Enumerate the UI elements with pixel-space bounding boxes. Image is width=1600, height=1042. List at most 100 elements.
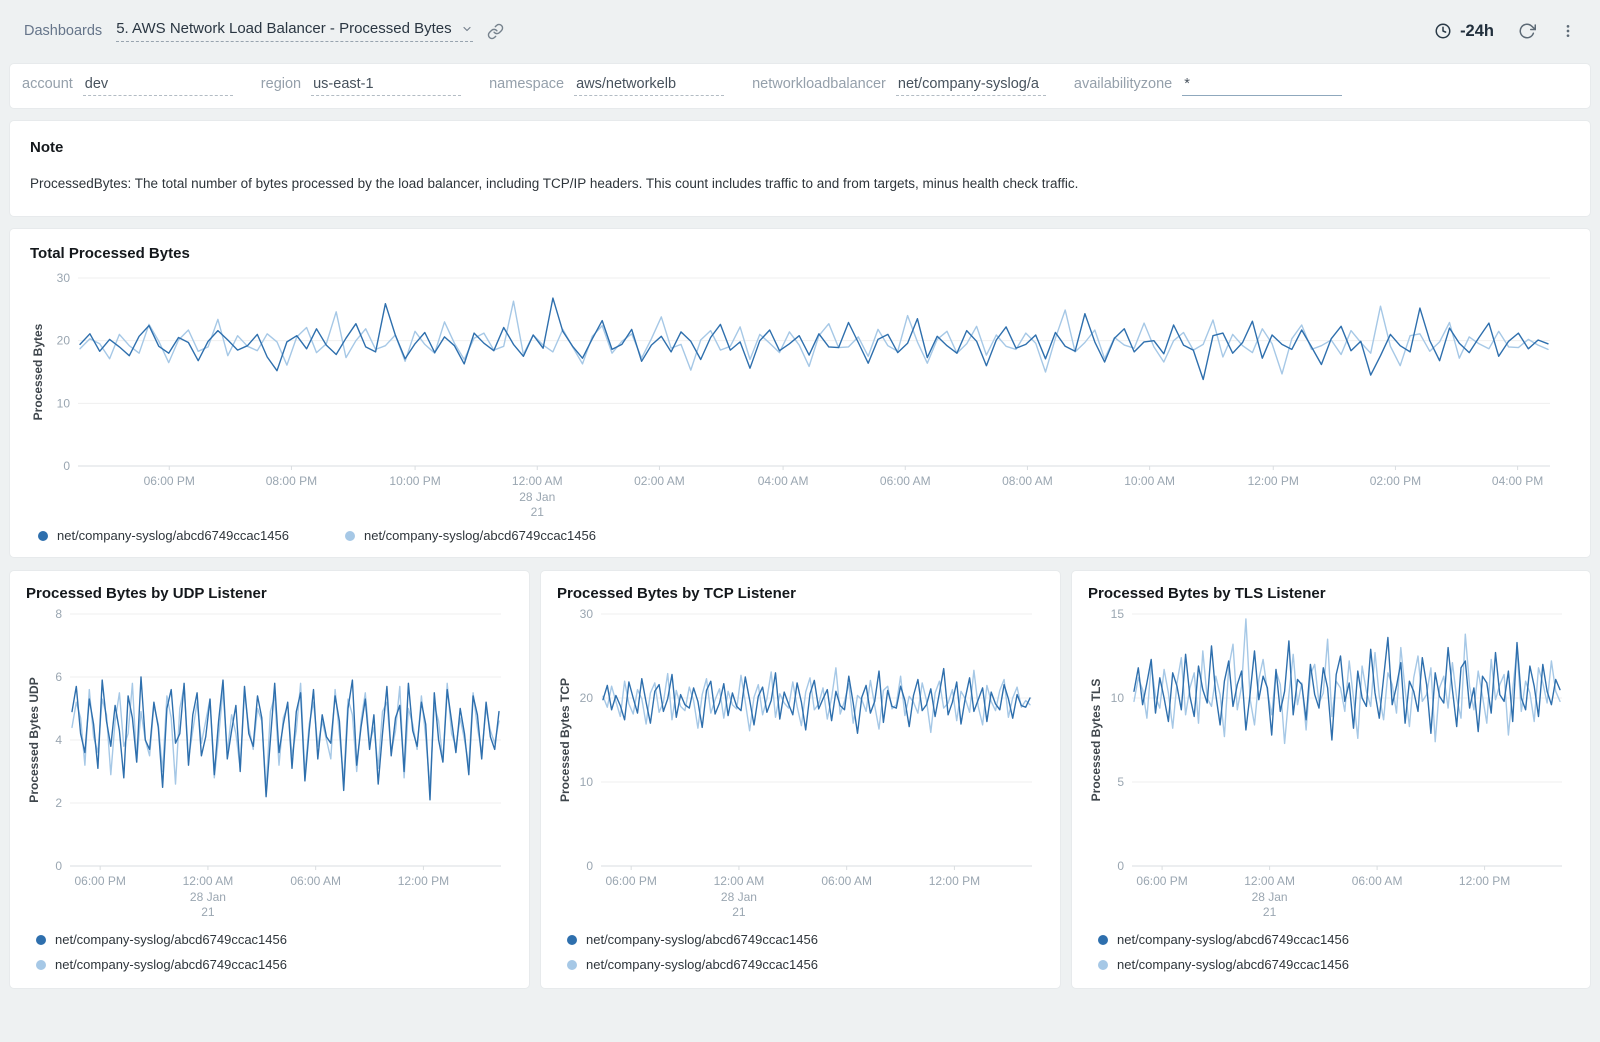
filter-value-input[interactable]: *	[1182, 76, 1342, 96]
processed-bytes-udp-svg: 0246806:00 PM12:00 AM28 Jan2106:00 AM12:…	[26, 604, 513, 926]
legend-label: net/company-syslog/abcd6749ccac1456	[57, 528, 289, 543]
filter-value-input[interactable]: net/company-syslog/a	[896, 76, 1046, 96]
svg-text:06:00 AM: 06:00 AM	[1352, 874, 1403, 888]
kebab-menu-icon[interactable]	[1560, 23, 1576, 39]
top-bar: Dashboards 5. AWS Network Load Balancer …	[0, 0, 1600, 62]
svg-text:02:00 AM: 02:00 AM	[634, 474, 685, 488]
legend-label: net/company-syslog/abcd6749ccac1456	[586, 957, 818, 972]
panel-total-processed-bytes: Total Processed Bytes 010203006:00 PM08:…	[10, 229, 1590, 557]
svg-text:0: 0	[55, 859, 62, 873]
filter-namespace: namespace aws/networkelb	[489, 76, 724, 96]
svg-text:8: 8	[55, 607, 62, 621]
svg-text:08:00 AM: 08:00 AM	[1002, 474, 1053, 488]
svg-text:0: 0	[586, 859, 593, 873]
tcp-listener-chart[interactable]: 010203006:00 PM12:00 AM28 Jan2106:00 AM1…	[557, 604, 1044, 926]
svg-text:Processed Bytes: Processed Bytes	[31, 324, 45, 421]
svg-text:5: 5	[1117, 775, 1124, 789]
filter-networkloadbalancer: networkloadbalancer net/company-syslog/a	[752, 76, 1046, 96]
panel-tcp-listener: Processed Bytes by TCP Listener 01020300…	[541, 571, 1060, 988]
svg-text:28 Jan: 28 Jan	[190, 890, 226, 904]
svg-text:10: 10	[1111, 691, 1125, 705]
legend-item[interactable]: net/company-syslog/abcd6749ccac1456	[36, 957, 513, 972]
svg-text:Processed Bytes UDP: Processed Bytes UDP	[27, 678, 41, 803]
svg-text:30: 30	[57, 271, 71, 285]
legend-label: net/company-syslog/abcd6749ccac1456	[586, 932, 818, 947]
svg-text:21: 21	[1263, 905, 1277, 919]
filter-bar: account dev region us-east-1 namespace a…	[10, 64, 1590, 108]
svg-text:21: 21	[201, 905, 215, 919]
processed-bytes-tcp-svg: 010203006:00 PM12:00 AM28 Jan2106:00 AM1…	[557, 604, 1044, 926]
svg-text:0: 0	[63, 459, 70, 473]
legend-item[interactable]: net/company-syslog/abcd6749ccac1456	[38, 528, 289, 543]
svg-text:12:00 AM: 12:00 AM	[512, 474, 563, 488]
legend-dot	[1098, 960, 1108, 970]
link-icon[interactable]	[487, 23, 504, 40]
clock-icon	[1434, 22, 1452, 40]
filter-label: networkloadbalancer	[752, 76, 886, 92]
dashboard-app: Dashboards 5. AWS Network Load Balancer …	[0, 0, 1600, 1042]
legend-item[interactable]: net/company-syslog/abcd6749ccac1456	[36, 932, 513, 947]
top-bar-right: -24h	[1434, 22, 1576, 41]
legend-dot	[36, 935, 46, 945]
chart-title: Processed Bytes by UDP Listener	[26, 585, 513, 602]
svg-text:02:00 PM: 02:00 PM	[1370, 474, 1421, 488]
legend-item[interactable]: net/company-syslog/abcd6749ccac1456	[567, 957, 1044, 972]
svg-text:06:00 PM: 06:00 PM	[74, 874, 125, 888]
note-panel: Note ProcessedBytes: The total number of…	[10, 121, 1590, 216]
svg-text:06:00 AM: 06:00 AM	[880, 474, 931, 488]
note-body: ProcessedBytes: The total number of byte…	[30, 175, 1570, 193]
filter-region: region us-east-1	[261, 76, 461, 96]
svg-text:10:00 AM: 10:00 AM	[1124, 474, 1175, 488]
legend-dot	[36, 960, 46, 970]
chart-legend: net/company-syslog/abcd6749ccac1456 net/c…	[1088, 926, 1574, 978]
chart-legend: net/company-syslog/abcd6749ccac1456 net/c…	[557, 926, 1044, 978]
svg-text:28 Jan: 28 Jan	[1252, 890, 1288, 904]
refresh-icon[interactable]	[1518, 22, 1536, 40]
legend-item[interactable]: net/company-syslog/abcd6749ccac1456	[1098, 957, 1574, 972]
chevron-down-icon	[461, 23, 473, 35]
svg-text:10: 10	[580, 775, 594, 789]
svg-text:10:00 PM: 10:00 PM	[389, 474, 440, 488]
chart-legend: net/company-syslog/abcd6749ccac1456 net/c…	[26, 926, 513, 978]
svg-text:10: 10	[57, 397, 71, 411]
svg-text:28 Jan: 28 Jan	[721, 890, 757, 904]
filter-value-input[interactable]: dev	[83, 76, 233, 96]
legend-dot	[1098, 935, 1108, 945]
svg-text:0: 0	[1117, 859, 1124, 873]
svg-text:21: 21	[531, 505, 545, 519]
dashboard-selector[interactable]: 5. AWS Network Load Balancer - Processed…	[116, 20, 472, 42]
legend-dot	[345, 531, 355, 541]
legend-label: net/company-syslog/abcd6749ccac1456	[364, 528, 596, 543]
processed-bytes-tls-svg: 05101506:00 PM12:00 AM28 Jan2106:00 AM12…	[1088, 604, 1574, 926]
filter-value-input[interactable]: us-east-1	[311, 76, 461, 96]
top-bar-left: Dashboards 5. AWS Network Load Balancer …	[24, 20, 504, 42]
bottom-panel-row: Processed Bytes by UDP Listener 0 2 4 6 8 06:…	[10, 571, 1590, 988]
panel-tls-listener: Processed Bytes by TLS Listener 05101506…	[1072, 571, 1590, 988]
filter-label: region	[261, 76, 301, 92]
chart-title: Processed Bytes by TLS Listener	[1088, 585, 1574, 602]
legend-item[interactable]: net/company-syslog/abcd6749ccac1456	[1098, 932, 1574, 947]
svg-text:21: 21	[732, 905, 746, 919]
svg-text:06:00 AM: 06:00 AM	[290, 874, 341, 888]
legend-item[interactable]: net/company-syslog/abcd6749ccac1456	[567, 932, 1044, 947]
dashboards-breadcrumb[interactable]: Dashboards	[24, 23, 102, 39]
legend-item[interactable]: net/company-syslog/abcd6749ccac1456	[345, 528, 596, 543]
udp-listener-chart[interactable]: 0246806:00 PM12:00 AM28 Jan2106:00 AM12:…	[26, 604, 513, 926]
svg-text:12:00 PM: 12:00 PM	[1248, 474, 1299, 488]
total-processed-bytes-chart[interactable]: 010203006:00 PM08:00 PM10:00 PM12:00 AM2…	[30, 266, 1570, 524]
total-processed-bytes-svg: 010203006:00 PM08:00 PM10:00 PM12:00 AM2…	[30, 266, 1570, 524]
note-title: Note	[30, 139, 1570, 156]
tls-listener-chart[interactable]: 05101506:00 PM12:00 AM28 Jan2106:00 AM12…	[1088, 604, 1574, 926]
svg-text:Processed Bytes TCP: Processed Bytes TCP	[558, 678, 572, 802]
time-range-control[interactable]: -24h	[1434, 22, 1494, 41]
svg-text:6: 6	[55, 670, 62, 684]
svg-text:06:00 PM: 06:00 PM	[1136, 874, 1187, 888]
svg-text:2: 2	[55, 796, 62, 810]
svg-text:12:00 PM: 12:00 PM	[1459, 874, 1510, 888]
legend-label: net/company-syslog/abcd6749ccac1456	[55, 932, 287, 947]
chart-title: Total Processed Bytes	[30, 245, 1570, 262]
filter-value-input[interactable]: aws/networkelb	[574, 76, 724, 96]
panel-udp-listener: Processed Bytes by UDP Listener 0 2 4 6 8 06:…	[10, 571, 529, 988]
svg-text:4: 4	[55, 733, 62, 747]
svg-text:04:00 PM: 04:00 PM	[1492, 474, 1543, 488]
